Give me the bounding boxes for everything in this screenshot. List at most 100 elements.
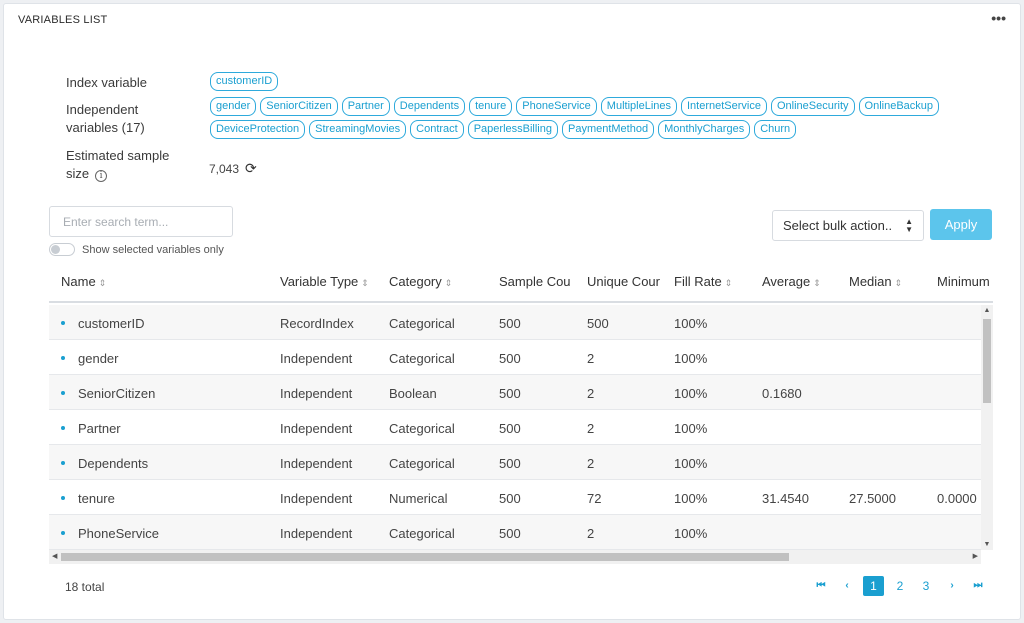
table-row[interactable]: SeniorCitizen Independent Boolean 500 2 100% 0… [49,375,981,410]
table-cell: PhoneService [78,526,159,541]
column-header-label: Fill Rate [674,274,722,289]
sample-size-label-text: Estimated sample size [66,148,170,181]
show-selected-toggle[interactable] [49,243,75,256]
sort-icon[interactable]: ⇕ [725,278,733,288]
table-cell: Categorical [389,351,455,366]
prev-page-icon[interactable]: ‹ [834,576,860,596]
variable-chip[interactable]: Partner [341,97,390,116]
scroll-left-icon[interactable]: ◀ [52,552,57,560]
column-header[interactable]: Name ⇕ [61,274,106,289]
table-cell: 72 [587,491,602,506]
table-body[interactable]: customerID RecordIndex Categorical 500 500 10… [49,305,981,550]
search-input[interactable] [49,206,233,237]
variable-chip[interactable]: OnlineBackup [858,97,940,116]
column-header-label: Minimum [937,274,990,289]
independent-variables-label: Independent variables (17) [66,102,145,135]
table-header: Name ⇕ Variable Type ⇕ Category ⇕ Sample Cou Un… [49,262,993,303]
sort-icon[interactable]: ⇕ [895,278,903,288]
table-cell: 31.4540 [762,491,809,506]
table-cell: Independent [280,456,353,471]
sort-icon[interactable]: ⇕ [813,278,821,288]
variable-chip[interactable]: PaperlessBilling [467,120,558,139]
sample-size-label: Estimated sample size i [66,147,196,183]
variable-chip[interactable]: Churn [754,120,797,139]
variable-chip[interactable]: PhoneService [516,97,597,116]
variable-chip[interactable]: Contract [410,120,464,139]
column-header[interactable]: Sample Cou [499,274,581,289]
variable-chip[interactable]: Dependents [393,97,466,116]
bullet-icon [61,496,65,500]
scroll-right-icon[interactable]: ▶ [973,552,978,560]
scroll-up-icon[interactable]: ▲ [981,307,993,314]
variable-chip[interactable]: gender [210,97,257,116]
bulk-action-select[interactable]: Select bulk action.. ▲ ▼ [772,210,924,241]
table-cell: Partner [78,421,121,436]
table-cell: tenure [78,491,115,506]
apply-button[interactable]: Apply [930,209,992,240]
variable-chip[interactable]: InternetService [681,97,767,116]
table-cell: Independent [280,351,353,366]
table-cell: 2 [587,456,595,471]
horizontal-scroll-thumb[interactable] [61,553,789,561]
variable-chip[interactable]: PaymentMethod [561,120,655,139]
variable-chip[interactable]: SeniorCitizen [260,97,338,116]
ellipsis-icon[interactable]: ••• [991,10,1006,26]
last-page-icon[interactable]: ⏭ [965,576,991,596]
column-header[interactable]: Average ⇕ [762,274,821,289]
table-cell: 2 [587,421,595,436]
refresh-icon[interactable]: ⟳ [245,160,257,177]
table-cell: 100% [674,386,708,401]
variable-chip[interactable]: OnlineSecurity [770,97,855,116]
sort-icon[interactable]: ⇕ [445,278,453,288]
first-page-icon[interactable]: ⏮ [808,576,834,596]
variable-chip[interactable]: customerID [210,72,279,91]
scroll-down-icon[interactable]: ▼ [981,541,993,548]
variable-chip[interactable]: tenure [469,97,513,116]
table-cell: 500 [499,491,521,506]
variable-chip[interactable]: MultipleLines [600,97,677,116]
variable-chip[interactable]: DeviceProtection [210,120,306,139]
show-selected-label: Show selected variables only [82,243,224,256]
page-button[interactable]: 2 [887,576,913,596]
table-cell: Independent [280,421,353,436]
table-row[interactable]: customerID RecordIndex Categorical 500 500 10… [49,305,981,340]
table-cell: 500 [499,351,521,366]
variables-list-card: VARIABLES LIST ••• Index variable custom… [3,3,1021,620]
bullet-icon [61,426,65,430]
table-cell: 500 [499,526,521,541]
column-header[interactable]: Fill Rate ⇕ [674,274,732,289]
page-button[interactable]: 1 [863,576,884,596]
table-row[interactable]: Dependents Independent Categorical 500 2 100% [49,445,981,480]
column-header[interactable]: Unique Cour [587,274,669,289]
table-row[interactable]: tenure Independent Numerical 500 72 100% 31.45… [49,480,981,515]
column-header[interactable]: Median ⇕ [849,274,902,289]
column-header[interactable]: Category ⇕ [389,274,452,289]
table-cell: gender [78,351,119,366]
table-cell: Numerical [389,491,448,506]
column-header[interactable]: Minimum⇕ [937,274,993,289]
pagination: ⏮ ‹ 1 2 3 › ⏭ [808,576,991,596]
column-header-label: Sample Cou [499,274,571,289]
variable-chip[interactable]: MonthlyCharges [658,120,751,139]
table-cell: Independent [280,526,353,541]
table-cell: Dependents [78,456,149,471]
table-row[interactable]: gender Independent Categorical 500 2 100% [49,340,981,375]
sort-icon[interactable]: ⇕ [99,278,107,288]
table-row[interactable]: PhoneService Independent Categorical 500 2 10… [49,515,981,550]
bulk-action-value: Select bulk action.. [783,218,893,233]
next-page-icon[interactable]: › [939,576,965,596]
vertical-scroll-thumb[interactable] [983,319,991,403]
page-button[interactable]: 3 [913,576,939,596]
table-cell: SeniorCitizen [78,386,156,401]
sort-icon[interactable]: ⇕ [361,278,369,288]
column-header[interactable]: Variable Type ⇕ [280,274,369,289]
sample-size-value: 7,043 [209,161,240,176]
variable-chip[interactable]: StreamingMovies [309,120,407,139]
table-cell: 500 [499,316,521,331]
vertical-scrollbar[interactable]: ▲ ▼ [981,305,993,550]
info-icon[interactable]: i [95,170,108,182]
table-row[interactable]: Partner Independent Categorical 500 2 100% [49,410,981,445]
horizontal-scrollbar[interactable]: ◀ ▶ [49,550,981,564]
table-cell: 100% [674,316,708,331]
table-cell: 500 [499,456,521,471]
